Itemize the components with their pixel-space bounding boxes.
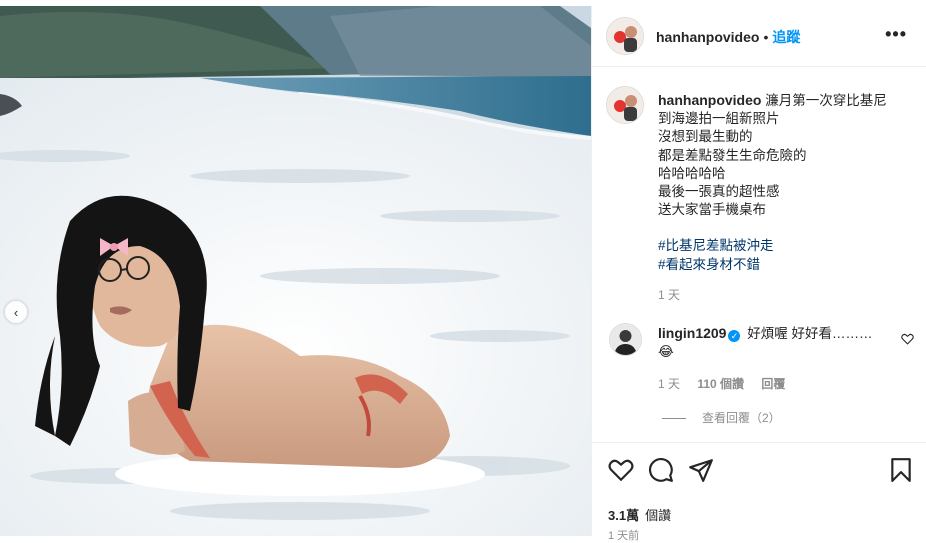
caption-first-line: hanhanpovideo 濂月第一次穿比基尼	[658, 91, 913, 110]
action-bar: 3.1萬 個讚 1 天前	[592, 442, 926, 542]
avatar-image	[607, 87, 643, 123]
speech-bubble-icon[interactable]	[648, 457, 674, 483]
caption-text-line: 哈哈哈哈哈	[658, 165, 726, 181]
post-photo	[0, 6, 591, 536]
caption-text-line: 送大家當手機桌布	[658, 202, 766, 218]
caption-timestamp[interactable]: 1 天	[658, 286, 913, 304]
reply-button[interactable]: 回覆	[761, 377, 785, 391]
hashtag-link[interactable]: #比基尼差點被沖走	[658, 237, 913, 255]
bookmark-icon[interactable]	[888, 457, 914, 483]
comment-author[interactable]: lingin1209	[658, 325, 726, 341]
more-horizontal-icon[interactable]: •••	[885, 24, 907, 45]
heart-outline-icon[interactable]	[901, 333, 914, 345]
commenter-avatar[interactable]	[609, 323, 642, 356]
caption-text-line: 最後一張真的超性感	[658, 184, 780, 200]
comment-text: 好煩喔 好好看………	[747, 326, 873, 341]
view-replies-button[interactable]: 查看回覆（2）	[662, 409, 781, 426]
post-media[interactable]: ‹	[0, 6, 591, 536]
header-title-row: hanhanpovideo • 追蹤	[656, 27, 800, 47]
caption-text-line: 沒想到最生動的	[658, 129, 753, 145]
comment-item: lingin1209 ✓ 好煩喔 好好看……… 😂	[658, 324, 898, 361]
avatar-image	[607, 18, 643, 54]
caption-author-avatar[interactable]	[606, 86, 644, 124]
caption-text-line: 濂月第一次穿比基尼	[765, 93, 887, 108]
avatar-image	[610, 324, 641, 355]
caption-author[interactable]: hanhanpovideo	[658, 92, 761, 108]
post-caption: hanhanpovideo 濂月第一次穿比基尼 到海邊拍一組新照片 沒想到最生動…	[658, 91, 913, 304]
post-header: hanhanpovideo • 追蹤 •••	[592, 6, 926, 67]
post-timestamp[interactable]: 1 天前	[608, 527, 639, 543]
verified-badge-icon: ✓	[728, 330, 741, 342]
author-avatar[interactable]	[606, 17, 644, 55]
paper-plane-icon[interactable]	[688, 457, 714, 483]
views-count-row[interactable]: 3.1萬 個讚	[608, 505, 671, 524]
view-replies-label: 查看回覆（2）	[702, 411, 781, 425]
comment-emoji: 😂	[658, 344, 674, 359]
comment-timestamp[interactable]: 1 天	[658, 377, 680, 391]
chevron-left-icon: ‹	[13, 304, 19, 320]
carousel-prev-button[interactable]: ‹	[5, 301, 27, 323]
heart-outline-icon[interactable]	[608, 457, 634, 483]
comment-likes[interactable]: 110 個讚	[697, 377, 744, 391]
views-count: 3.1萬	[608, 508, 640, 523]
comment-meta: 1 天 110 個讚 回覆	[658, 375, 799, 392]
divider-line	[662, 418, 686, 420]
hashtag-link[interactable]: #看起來身材不錯	[658, 256, 913, 274]
author-username[interactable]: hanhanpovideo	[656, 29, 759, 45]
caption-text-line: 到海邊拍一組新照片	[658, 111, 780, 127]
views-label: 個讚	[645, 508, 672, 523]
caption-text-line: 都是差點發生生命危險的	[658, 147, 807, 163]
follow-button[interactable]: 追蹤	[772, 29, 800, 45]
separator-dot: •	[763, 29, 769, 45]
post-side-panel: hanhanpovideo • 追蹤 ••• hanhanpovideo 濂月第一次…	[591, 6, 926, 542]
